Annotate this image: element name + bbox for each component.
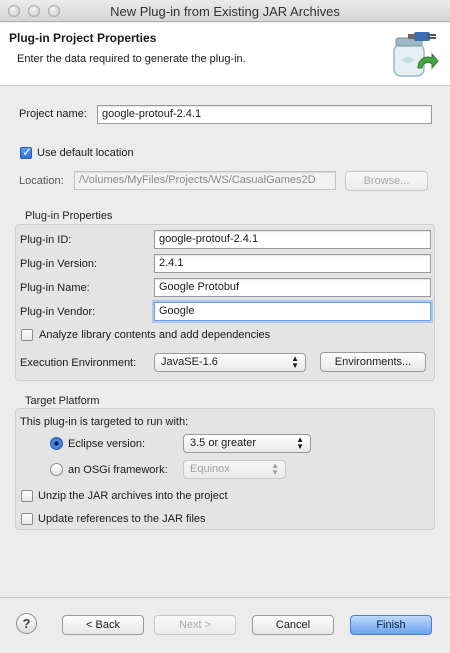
- project-name-label: Project name:: [19, 108, 87, 120]
- cancel-button[interactable]: Cancel: [252, 615, 334, 635]
- unzip-jar-label: Unzip the JAR archives into the project: [38, 490, 228, 502]
- target-platform-title: Target Platform: [25, 395, 100, 407]
- eclipse-version-label: Eclipse version:: [68, 438, 146, 450]
- plugin-name-field[interactable]: Google Protobuf: [154, 278, 431, 297]
- plugin-id-label: Plug-in ID:: [20, 234, 72, 246]
- page-description: Enter the data required to generate the …: [17, 53, 246, 65]
- help-icon[interactable]: ?: [16, 613, 37, 634]
- back-button[interactable]: < Back: [62, 615, 144, 635]
- use-default-location-label: Use default location: [37, 147, 134, 159]
- location-field[interactable]: /Volumes/MyFiles/Projects/WS/CasualGames…: [74, 171, 336, 190]
- finish-button[interactable]: Finish: [350, 615, 432, 635]
- footer-divider: [0, 597, 450, 598]
- unzip-jar-checkbox[interactable]: [21, 490, 33, 502]
- wizard-window: New Plug-in from Existing JAR Archives P…: [0, 0, 450, 653]
- project-name-field[interactable]: google-protouf-2.4.1: [97, 105, 432, 124]
- execution-environment-value: JavaSE-1.6: [161, 356, 218, 368]
- environments-button[interactable]: Environments...: [320, 352, 426, 372]
- osgi-framework-radio[interactable]: [50, 463, 63, 476]
- page-title: Plug-in Project Properties: [9, 31, 157, 45]
- title-bar: New Plug-in from Existing JAR Archives: [0, 0, 450, 22]
- wizard-header: Plug-in Project Properties Enter the dat…: [0, 23, 450, 86]
- eclipse-version-select[interactable]: 3.5 or greater ▲ ▼: [183, 434, 311, 453]
- eclipse-version-value: 3.5 or greater: [190, 437, 257, 449]
- chevron-updown-icon: ▲ ▼: [291, 354, 299, 370]
- next-button[interactable]: Next >: [154, 615, 236, 635]
- execution-environment-label: Execution Environment:: [20, 357, 137, 369]
- plugin-version-field[interactable]: 2.4.1: [154, 254, 431, 273]
- eclipse-version-radio[interactable]: [50, 437, 63, 450]
- window-title: New Plug-in from Existing JAR Archives: [110, 4, 340, 19]
- plugin-properties-title: Plug-in Properties: [25, 210, 113, 222]
- plugin-version-label: Plug-in Version:: [20, 258, 98, 270]
- analyze-library-checkbox[interactable]: [21, 329, 33, 341]
- use-default-location-checkbox[interactable]: ✓: [20, 145, 32, 159]
- location-label: Location:: [19, 175, 64, 187]
- plugin-name-label: Plug-in Name:: [20, 282, 90, 294]
- plugin-vendor-field[interactable]: Google: [154, 302, 431, 321]
- execution-environment-select[interactable]: JavaSE-1.6 ▲ ▼: [154, 353, 306, 372]
- chevron-updown-icon: ▲ ▼: [271, 461, 279, 477]
- osgi-framework-select[interactable]: Equinox ▲ ▼: [183, 460, 286, 479]
- update-references-label: Update references to the JAR files: [38, 513, 206, 525]
- plugin-jar-wizard-icon: [393, 32, 439, 77]
- plugin-vendor-label: Plug-in Vendor:: [20, 306, 96, 318]
- osgi-framework-value: Equinox: [190, 463, 230, 475]
- plugin-id-field[interactable]: google-protouf-2.4.1: [154, 230, 431, 249]
- analyze-library-label: Analyze library contents and add depende…: [39, 329, 271, 341]
- update-references-checkbox[interactable]: [21, 513, 33, 525]
- osgi-framework-label: an OSGi framework:: [68, 464, 168, 476]
- chevron-updown-icon: ▲ ▼: [296, 435, 304, 451]
- browse-button[interactable]: Browse...: [345, 171, 428, 191]
- target-intro-text: This plug-in is targeted to run with:: [20, 416, 189, 428]
